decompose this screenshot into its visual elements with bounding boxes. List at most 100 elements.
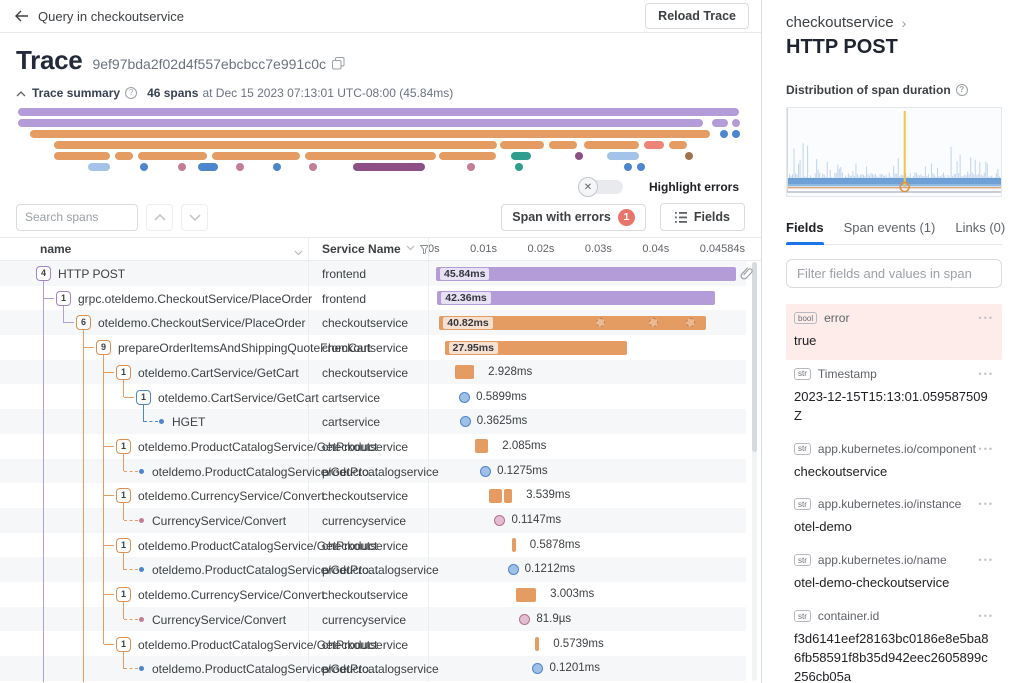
duration-distribution-chart[interactable] bbox=[786, 107, 1002, 197]
table-row[interactable]: 1oteldemo.ProductCatalogService/GetProdu… bbox=[0, 434, 746, 459]
field-row[interactable]: strapp.kubernetes.io/name•••otel-demo-ch… bbox=[786, 546, 1002, 602]
span-event-marker[interactable] bbox=[596, 318, 605, 327]
search-next-button[interactable] bbox=[181, 204, 208, 231]
table-row[interactable]: 6oteldemo.CheckoutService/PlaceOrderchec… bbox=[0, 310, 746, 335]
span-name[interactable]: HGET bbox=[172, 415, 205, 429]
span-child-count-badge[interactable]: 1 bbox=[116, 488, 131, 503]
span-child-count-badge[interactable]: 4 bbox=[36, 266, 51, 281]
span-duration-bar[interactable] bbox=[475, 439, 489, 453]
span-duration-bar[interactable] bbox=[455, 365, 474, 379]
span-child-count-badge[interactable]: 1 bbox=[116, 587, 131, 602]
scrollbar[interactable] bbox=[752, 262, 757, 681]
highlight-errors-toggle[interactable]: ✕ bbox=[587, 180, 623, 194]
tab-fields[interactable]: Fields bbox=[786, 220, 824, 244]
field-row[interactable]: strapp.kubernetes.io/component•••checkou… bbox=[786, 435, 1002, 491]
span-event-marker[interactable] bbox=[649, 318, 658, 327]
table-row[interactable]: 1oteldemo.CurrencyService/Convertcheckou… bbox=[0, 582, 746, 607]
span-name[interactable]: grpc.oteldemo.CheckoutService/PlaceOrder bbox=[78, 292, 312, 306]
fields-button[interactable]: Fields bbox=[660, 203, 745, 231]
tab-span-events[interactable]: Span events (1) bbox=[844, 220, 936, 244]
span-name[interactable]: CurrencyService/Convert bbox=[152, 613, 286, 627]
span-duration-circle[interactable] bbox=[480, 466, 491, 477]
span-event-marker[interactable] bbox=[686, 318, 695, 327]
span-name[interactable]: oteldemo.CheckoutService/PlaceOrder bbox=[98, 316, 305, 330]
span-name[interactable]: HTTP POST bbox=[58, 267, 125, 281]
span-duration-bar[interactable] bbox=[516, 588, 536, 602]
minimap-span-bar bbox=[644, 141, 664, 149]
span-name[interactable]: CurrencyService/Convert bbox=[152, 514, 286, 528]
reload-trace-button[interactable]: Reload Trace bbox=[645, 3, 749, 29]
field-row[interactable]: strcontainer.id•••f3d6141eef28163bc0186e… bbox=[786, 602, 1002, 683]
span-name[interactable]: oteldemo.CurrencyService/Convert bbox=[138, 489, 325, 503]
table-row[interactable]: 1oteldemo.ProductCatalogService/GetProdu… bbox=[0, 533, 746, 558]
span-duration-circle[interactable] bbox=[532, 663, 543, 674]
chevron-down-icon[interactable] bbox=[406, 245, 415, 251]
field-menu-icon[interactable]: ••• bbox=[979, 555, 994, 565]
span-duration-circle[interactable] bbox=[459, 392, 470, 403]
field-row[interactable]: strapp.kubernetes.io/instance•••otel-dem… bbox=[786, 490, 1002, 546]
span-duration-bar[interactable]: 45.84ms bbox=[436, 267, 736, 281]
span-duration-circle[interactable] bbox=[508, 564, 519, 575]
span-duration-bar[interactable] bbox=[512, 538, 516, 552]
table-row[interactable]: oteldemo.ProductCatalogService/GetPro...… bbox=[0, 459, 746, 484]
table-row[interactable]: 1oteldemo.CartService/GetCartcheckoutser… bbox=[0, 360, 746, 385]
help-icon[interactable]: ? bbox=[125, 87, 137, 99]
span-duration-bar[interactable]: 27.95ms bbox=[445, 341, 628, 355]
span-child-count-badge[interactable]: 1 bbox=[56, 291, 71, 306]
table-row[interactable]: 9prepareOrderItemsAndShippingQuoteFromCa… bbox=[0, 335, 746, 360]
field-menu-icon[interactable]: ••• bbox=[979, 369, 994, 379]
field-menu-icon[interactable]: ••• bbox=[979, 313, 994, 323]
tab-links[interactable]: Links (0) bbox=[955, 220, 1005, 244]
span-duration-bar[interactable]: 42.36ms bbox=[437, 291, 714, 305]
table-row[interactable]: HGETcartservice0.3625ms bbox=[0, 409, 746, 434]
span-child-count-badge[interactable]: 1 bbox=[116, 637, 131, 652]
field-menu-icon[interactable]: ••• bbox=[979, 611, 994, 621]
span-child-count-badge[interactable]: 1 bbox=[136, 390, 151, 405]
table-row[interactable]: 4HTTP POSTfrontend45.84ms bbox=[0, 261, 746, 286]
span-child-count-badge[interactable]: 1 bbox=[116, 365, 131, 380]
table-row[interactable]: oteldemo.ProductCatalogService/GetPro...… bbox=[0, 557, 746, 582]
span-duration-circle[interactable] bbox=[494, 515, 505, 526]
table-row[interactable]: oteldemo.ProductCatalogService/GetPro...… bbox=[0, 656, 746, 681]
table-row[interactable]: 1oteldemo.CartService/GetCartcartservice… bbox=[0, 385, 746, 410]
column-header-name[interactable]: name bbox=[40, 242, 71, 256]
span-child-count-badge[interactable]: 9 bbox=[96, 340, 111, 355]
table-row[interactable]: 1oteldemo.CurrencyService/Convertcheckou… bbox=[0, 483, 746, 508]
field-key-line: strTimestamp••• bbox=[794, 367, 994, 381]
attachment-paperclip-icon[interactable] bbox=[740, 266, 753, 285]
field-row[interactable]: strTimestamp•••2023-12-15T15:13:01.05958… bbox=[786, 360, 1002, 435]
trace-minimap[interactable] bbox=[18, 108, 739, 174]
search-prev-button[interactable] bbox=[146, 204, 173, 231]
span-duration-bar[interactable]: 40.82ms bbox=[439, 316, 706, 330]
span-name[interactable]: oteldemo.CartService/GetCart bbox=[138, 366, 299, 380]
span-child-count-badge[interactable]: 1 bbox=[116, 439, 131, 454]
span-with-errors-button[interactable]: Span with errors 1 bbox=[501, 204, 646, 231]
span-name[interactable]: oteldemo.CurrencyService/Convert bbox=[138, 588, 325, 602]
span-duration-bar[interactable] bbox=[489, 489, 502, 503]
field-menu-icon[interactable]: ••• bbox=[979, 499, 994, 509]
span-duration-bar[interactable] bbox=[535, 637, 539, 651]
span-duration-bar[interactable] bbox=[504, 489, 512, 503]
back-arrow-icon[interactable] bbox=[12, 7, 30, 25]
column-header-service[interactable]: Service Name bbox=[322, 242, 401, 256]
minimap-span-bar bbox=[669, 141, 687, 149]
table-row[interactable]: 1 grpc.oteldemo.CheckoutService/PlaceOrde… bbox=[0, 286, 746, 311]
trace-summary-label[interactable]: Trace summary bbox=[32, 86, 120, 100]
span-name[interactable]: oteldemo.CartService/GetCart bbox=[158, 391, 319, 405]
span-duration-circle[interactable] bbox=[460, 416, 471, 427]
field-row[interactable]: boolerror•••true bbox=[786, 304, 1002, 360]
table-row[interactable]: 1oteldemo.ProductCatalogService/GetProdu… bbox=[0, 632, 746, 657]
chevron-down-icon[interactable] bbox=[294, 245, 303, 259]
copy-icon[interactable] bbox=[332, 57, 345, 75]
help-icon[interactable]: ? bbox=[956, 84, 968, 96]
collapse-caret-icon[interactable] bbox=[16, 86, 26, 100]
search-spans-input[interactable] bbox=[16, 204, 138, 231]
breadcrumb-service[interactable]: checkoutservice bbox=[786, 14, 894, 31]
span-duration-circle[interactable] bbox=[519, 614, 530, 625]
field-menu-icon[interactable]: ••• bbox=[979, 444, 994, 454]
table-row[interactable]: CurrencyService/Convertcurrencyservice0.… bbox=[0, 508, 746, 533]
filter-fields-input[interactable] bbox=[786, 259, 1002, 288]
span-child-count-badge[interactable]: 6 bbox=[76, 315, 91, 330]
table-row[interactable]: CurrencyService/Convertcurrencyservice81… bbox=[0, 607, 746, 632]
span-child-count-badge[interactable]: 1 bbox=[116, 538, 131, 553]
